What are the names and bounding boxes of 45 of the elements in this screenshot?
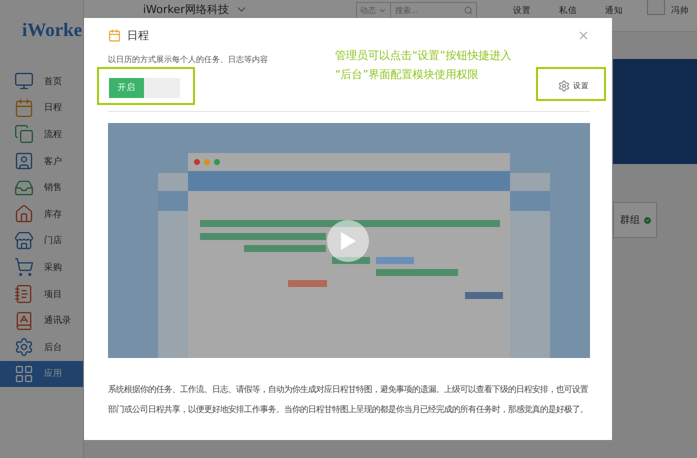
calendar-icon bbox=[14, 98, 34, 118]
logo: iWorke bbox=[21, 19, 83, 43]
dialog-title: 日程 bbox=[127, 28, 149, 42]
address-book-icon bbox=[14, 310, 34, 331]
gear-icon bbox=[14, 337, 34, 358]
sidebar-item[interactable]: 项目 bbox=[0, 280, 83, 308]
cart-icon bbox=[14, 257, 34, 278]
body-text: 系统根据你的任务、工作流、日志、请假等，自动为你生成对应日程甘特图，避免事项的遗漏。上级可以查看下级的日程安排，也可设置部门或公司日程共享，以便更好地安排工作事务。当你的日程甘特图上呈现的都是你当月已经完成的所有任务时，那感觉真的是好极了。 bbox=[108, 383, 589, 416]
store-icon bbox=[14, 230, 34, 251]
sidebar-item[interactable]: 流程 bbox=[0, 121, 83, 148]
play-icon bbox=[339, 231, 357, 251]
user-name[interactable]: 冯帅 bbox=[670, 2, 689, 17]
annotation: 管理员可以点击“设置”按钮快捷进入 “后台”界面配置模块使用权限 bbox=[335, 48, 512, 83]
card-label: 群组 bbox=[620, 214, 640, 227]
grid-icon bbox=[14, 364, 34, 384]
sidebar-item[interactable]: 门店 bbox=[0, 228, 83, 254]
search-field[interactable]: 搜索... bbox=[390, 2, 477, 19]
house-icon bbox=[14, 204, 34, 224]
tray-icon bbox=[14, 178, 34, 198]
nav-link[interactable]: 设置 bbox=[512, 5, 531, 17]
check-icon bbox=[643, 216, 652, 224]
contact-icon bbox=[14, 151, 34, 172]
sidebar-item[interactable]: 通讯录 bbox=[0, 307, 83, 334]
sidebar-item[interactable]: 后台 bbox=[0, 334, 83, 361]
chevron-icon bbox=[378, 6, 387, 15]
description: 以日历的方式展示每个人的任务、日志等内容 bbox=[108, 54, 268, 65]
sidebar-item[interactable]: 库存 bbox=[0, 200, 83, 228]
monitor-icon bbox=[14, 71, 34, 92]
company-name[interactable]: iWorker网络科技 bbox=[143, 2, 229, 17]
sidebar-item[interactable]: 采购 bbox=[0, 254, 83, 281]
copy-icon bbox=[14, 124, 34, 144]
sidebar-item[interactable]: 首页 bbox=[0, 68, 83, 95]
sidebar-item[interactable]: 日程 bbox=[0, 94, 83, 122]
nav-link[interactable]: 私信 bbox=[558, 5, 577, 17]
notebook-icon bbox=[14, 284, 34, 304]
sidebar-item[interactable]: 应用 bbox=[0, 360, 83, 388]
play-button[interactable] bbox=[327, 220, 369, 262]
gear-icon bbox=[558, 80, 570, 92]
nav-link[interactable]: 通知 bbox=[604, 5, 623, 17]
sidebar-item[interactable]: 销售 bbox=[0, 174, 83, 201]
calendar-icon bbox=[108, 28, 121, 42]
toggle-switch[interactable]: 开启 bbox=[109, 78, 180, 98]
search-icon[interactable] bbox=[464, 6, 473, 15]
close-button[interactable] bbox=[577, 28, 590, 42]
sidebar-item[interactable]: 客户 bbox=[0, 148, 83, 174]
